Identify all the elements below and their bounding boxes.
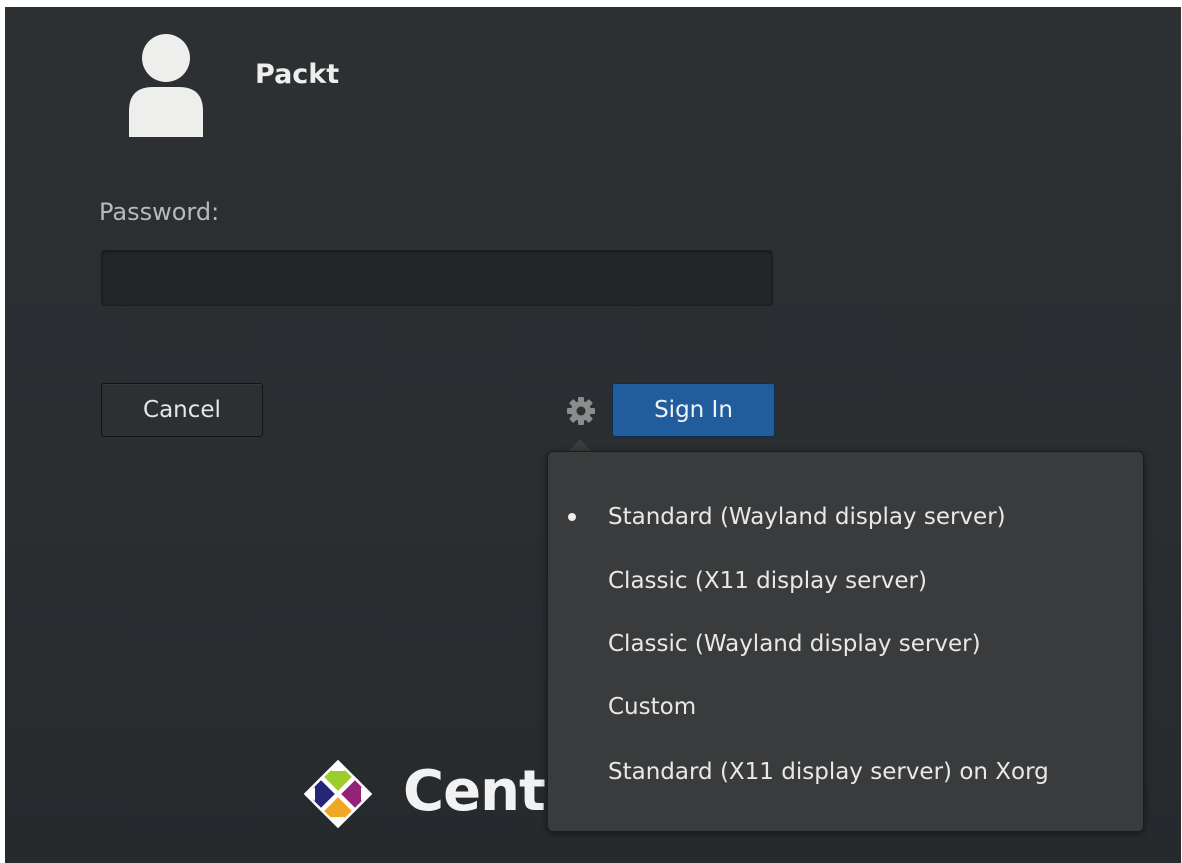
session-option-label: Standard (Wayland display server) [608,504,1006,530]
cancel-button-label: Cancel [143,397,221,423]
password-field[interactable] [101,250,773,306]
session-option-standard-wayland[interactable]: Standard (Wayland display server) [548,489,1143,545]
session-option-label: Classic (X11 display server) [608,568,927,594]
session-option-standard-xorg[interactable]: Standard (X11 display server) on Xorg [548,744,1143,800]
cancel-button[interactable]: Cancel [101,383,263,437]
gear-icon[interactable] [566,396,596,426]
session-option-custom[interactable]: Custom [548,679,1143,735]
login-screen: Packt Password: Cancel Sign In Cent Stan… [5,7,1181,863]
selected-indicator-icon [568,513,576,521]
session-option-label: Standard (X11 display server) on Xorg [608,759,1049,785]
sign-in-button[interactable]: Sign In [612,383,775,437]
sign-in-button-label: Sign In [654,397,733,423]
session-option-classic-wayland[interactable]: Classic (Wayland display server) [548,616,1143,672]
centos-logo-text: Cent [403,759,546,824]
user-avatar-icon [129,34,203,137]
user-name: Packt [255,59,340,90]
session-option-label: Custom [608,694,697,720]
session-option-label: Classic (Wayland display server) [608,631,981,657]
session-option-classic-x11[interactable]: Classic (X11 display server) [548,553,1143,609]
session-menu: Standard (Wayland display server) Classi… [547,451,1144,832]
centos-logo-icon [303,759,373,829]
password-label: Password: [99,198,220,226]
